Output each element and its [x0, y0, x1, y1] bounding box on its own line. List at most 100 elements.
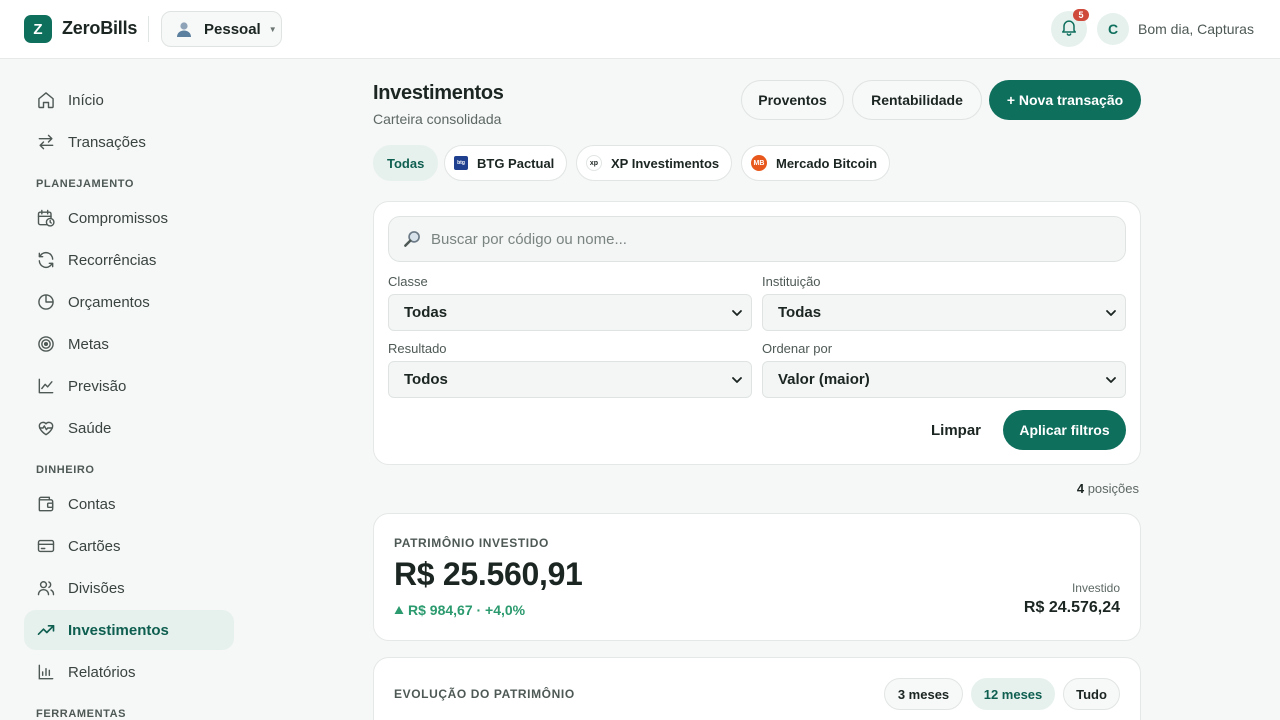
sidebar-section-title: FERRAMENTAS: [36, 708, 127, 720]
institution-chip-btg[interactable]: btg BTG Pactual: [444, 145, 568, 181]
sidebar-item-label: Metas: [68, 335, 109, 353]
sidebar-section-title: DINHEIRO: [36, 464, 95, 476]
sidebar-item-inicio[interactable]: Início: [24, 80, 234, 120]
range-tudo[interactable]: Tudo: [1063, 678, 1120, 710]
ordenar-label: Ordenar por: [762, 341, 833, 356]
sidebar-item-recorrencias[interactable]: Recorrências: [24, 240, 234, 280]
triangle-up-icon: [394, 605, 404, 615]
search-input[interactable]: [431, 230, 1091, 248]
app-logo[interactable]: Z: [24, 15, 52, 43]
chevron-down-icon: [1105, 374, 1117, 386]
sidebar-item-label: Relatórios: [68, 663, 136, 681]
apply-filters-button[interactable]: Aplicar filtros: [1003, 410, 1126, 450]
chip-label: BTG Pactual: [477, 155, 555, 171]
institution-chip-mercado-bitcoin[interactable]: MB Mercado Bitcoin: [741, 145, 891, 181]
sidebar-item-contas[interactable]: Contas: [24, 484, 234, 524]
classe-select[interactable]: Todas: [388, 294, 752, 331]
sidebar-item-divisoes[interactable]: Divisões: [24, 568, 234, 608]
institution-chip-todas[interactable]: Todas: [373, 145, 439, 181]
patrimonio-value: R$ 25.560,91: [394, 556, 583, 592]
chevron-down-icon: [731, 374, 743, 386]
institution-chip-xp[interactable]: xp XP Investimentos: [576, 145, 733, 181]
profile-label: Pessoal: [204, 20, 261, 38]
sidebar-item-previsao[interactable]: Previsão: [24, 366, 234, 406]
calendar-clock-icon: [36, 208, 56, 228]
home-icon: [36, 90, 56, 110]
sidebar-item-cartoes[interactable]: Cartões: [24, 526, 234, 566]
sidebar-item-compromissos[interactable]: Compromissos: [24, 198, 234, 238]
sidebar-item-orcamentos[interactable]: Orçamentos: [24, 282, 234, 322]
wallet-icon: [36, 494, 56, 514]
select-value: Todas: [778, 304, 822, 321]
sidebar-item-label: Recorrências: [68, 251, 157, 269]
trending-up-icon: [36, 620, 56, 640]
sidebar-section-title: PLANEJAMENTO: [36, 178, 135, 190]
mercado-bitcoin-logo-icon: MB: [751, 155, 767, 171]
users-icon: [36, 578, 56, 598]
chip-label: Todas: [387, 155, 425, 171]
select-value: Todos: [404, 371, 448, 388]
sidebar-item-investimentos[interactable]: Investimentos: [24, 610, 234, 650]
sidebar-item-metas[interactable]: Metas: [24, 324, 234, 364]
avatar[interactable]: C: [1097, 13, 1129, 45]
page-title: Investimentos: [373, 82, 504, 104]
sidebar-item-label: Divisões: [68, 579, 125, 597]
positions-label: posições: [1087, 481, 1139, 496]
chip-label: Mercado Bitcoin: [776, 155, 878, 171]
sidebar-item-label: Orçamentos: [68, 293, 150, 311]
btg-logo-icon: btg: [454, 156, 468, 170]
arrows-icon: [36, 132, 56, 152]
range-3-meses[interactable]: 3 meses: [884, 678, 963, 710]
select-value: Valor (maior): [778, 371, 870, 388]
select-value: Todas: [404, 304, 448, 321]
instituicao-select[interactable]: Todas: [762, 294, 1126, 331]
sidebar-item-label: Contas: [68, 495, 116, 513]
target-icon: [36, 334, 56, 354]
chip-label: XP Investimentos: [611, 155, 720, 171]
sidebar-item-label: Previsão: [68, 377, 127, 395]
profile-selector[interactable]: Pessoal ▼: [161, 11, 282, 47]
positions-count: 4 posições: [1040, 481, 1139, 496]
sidebar-item-label: Início: [68, 91, 104, 109]
line-chart-icon: [36, 376, 56, 396]
new-transaction-button[interactable]: + Nova transação: [989, 80, 1141, 120]
sidebar-item-relatorios[interactable]: Relatórios: [24, 652, 234, 692]
sidebar-item-label: Transações: [68, 133, 146, 151]
instituicao-label: Instituição: [762, 274, 821, 289]
xp-logo-icon: xp: [586, 155, 602, 171]
chevron-down-icon: [1105, 307, 1117, 319]
credit-card-icon: [36, 536, 56, 556]
pie-icon: [36, 292, 56, 312]
classe-label: Classe: [388, 274, 428, 289]
invested-label: Investido: [1071, 581, 1120, 595]
notification-count-badge: 5: [1073, 9, 1089, 21]
resultado-label: Resultado: [388, 341, 447, 356]
sidebar-item-label: Cartões: [68, 537, 121, 555]
heart-pulse-icon: [36, 418, 56, 438]
rentabilidade-button[interactable]: Rentabilidade: [852, 80, 982, 120]
magnifier-icon: [401, 228, 423, 250]
sidebar-item-label: Compromissos: [68, 209, 169, 227]
refresh-icon: [36, 250, 56, 270]
sidebar-item-label: Investimentos: [68, 621, 169, 639]
top-bar: Z ZeroBills Pessoal ▼ 5 C Bom dia, Captu…: [0, 0, 1280, 59]
proventos-button[interactable]: Proventos: [741, 80, 844, 120]
search-field[interactable]: [388, 216, 1126, 262]
page-subtitle: Carteira consolidada: [373, 111, 502, 127]
app-name[interactable]: ZeroBills: [62, 18, 137, 39]
patrimonio-kicker: PATRIMÔNIO INVESTIDO: [394, 536, 549, 550]
resultado-select[interactable]: Todos: [388, 361, 752, 398]
user-silhouette-icon: [174, 19, 194, 39]
sidebar-item-saude[interactable]: Saúde: [24, 408, 234, 448]
patrimonio-delta: R$ 984,67 · +4,0%: [394, 602, 525, 618]
clear-filters-button[interactable]: Limpar: [924, 410, 988, 450]
chevron-down-icon: ▼: [268, 24, 277, 34]
range-12-meses[interactable]: 12 meses: [971, 678, 1055, 710]
invested-value: R$ 24.576,24: [1023, 599, 1120, 616]
sidebar-item-label: Saúde: [68, 419, 112, 437]
ordenar-select[interactable]: Valor (maior): [762, 361, 1126, 398]
greeting-text: Bom dia, Capturas: [1138, 21, 1254, 37]
sidebar-item-transacoes[interactable]: Transações: [24, 122, 234, 162]
bar-chart-icon: [36, 662, 56, 682]
divider: [148, 16, 149, 42]
